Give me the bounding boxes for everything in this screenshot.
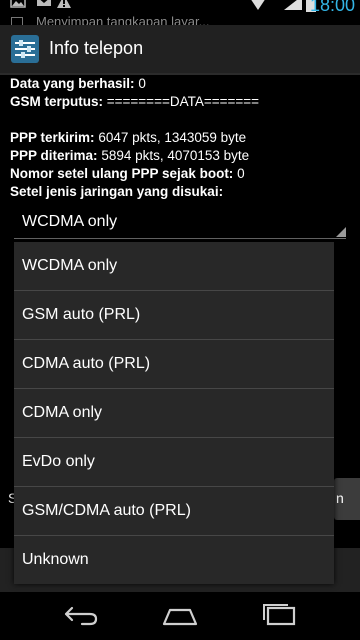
action-bar: Info telepon	[0, 25, 360, 75]
ppp-received-value: 5894 pkts, 4070153 byte	[101, 148, 250, 163]
wifi-icon	[251, 0, 265, 10]
dropdown-option[interactable]: CDMA auto (PRL)	[14, 340, 334, 389]
network-type-label: Setel jenis jaringan yang disukai:	[10, 184, 224, 199]
ppp-reset-value: 0	[237, 166, 245, 181]
option-label: GSM/CDMA auto (PRL)	[22, 502, 191, 519]
ppp-sent-value: 6047 pkts, 1343059 byte	[98, 130, 247, 145]
settings-sliders-icon[interactable]	[10, 34, 40, 64]
option-label: GSM auto (PRL)	[22, 306, 141, 323]
option-label: Unknown	[22, 551, 89, 568]
network-type-spinner[interactable]: WCDMA only	[14, 208, 346, 239]
navigation-bar	[0, 592, 360, 640]
option-label: EvDo only	[22, 453, 95, 470]
signal-icon	[284, 0, 302, 10]
dropdown-option[interactable]: GSM/CDMA auto (PRL)	[14, 487, 334, 536]
option-label: CDMA only	[22, 404, 103, 421]
recents-icon[interactable]	[260, 602, 300, 630]
ppp-reset-label: Nomor setel ulang PPP sejak boot:	[10, 166, 234, 181]
data-success-value: 0	[138, 76, 146, 91]
gsm-disconnect-label: GSM terputus:	[10, 94, 103, 109]
warning-icon	[57, 0, 71, 8]
page-title: Info telepon	[49, 38, 144, 58]
data-success-label: Data yang berhasil:	[10, 76, 135, 91]
spinner-selected-value: WCDMA only	[22, 213, 118, 230]
data-success-row: Data yang berhasil: 0	[10, 75, 355, 93]
option-label: WCDMA only	[22, 257, 118, 274]
dropdown-option[interactable]: EvDo only	[14, 438, 334, 487]
status-bar: Menyimpan tangkapan layar... 18:00	[0, 0, 360, 25]
ppp-sent-label: PPP terkirim:	[10, 130, 95, 145]
background-button-label: n	[336, 490, 344, 506]
background-button: n	[334, 478, 360, 520]
gsm-disconnect-value: ========DATA=======	[106, 94, 260, 109]
dropdown-option[interactable]: GSM auto (PRL)	[14, 291, 334, 340]
ppp-received-row: PPP diterima: 5894 pkts, 4070153 byte	[10, 147, 355, 165]
ppp-received-label: PPP diterima:	[10, 148, 98, 163]
dropdown-option[interactable]: WCDMA only	[14, 242, 334, 291]
network-type-row: Setel jenis jaringan yang disukai:	[10, 183, 355, 201]
dropdown-option[interactable]: Unknown	[14, 536, 334, 584]
mail-icon	[37, 0, 51, 6]
option-label: CDMA auto (PRL)	[22, 355, 151, 372]
notification-checkbox	[11, 17, 23, 25]
home-icon[interactable]	[160, 602, 200, 630]
phone-info-content: Data yang berhasil: 0 GSM terputus: ====…	[10, 75, 355, 201]
gsm-disconnect-row: GSM terputus: ========DATA=======	[10, 93, 355, 111]
clock: 18:00	[309, 0, 355, 15]
dropdown-option[interactable]: CDMA only	[14, 389, 334, 438]
notification-text: Menyimpan tangkapan layar...	[36, 14, 210, 25]
back-icon[interactable]	[60, 602, 100, 630]
ppp-reset-row: Nomor setel ulang PPP sejak boot: 0	[10, 165, 355, 183]
spinner-arrow-icon	[336, 227, 346, 237]
ppp-sent-row: PPP terkirim: 6047 pkts, 1343059 byte	[10, 129, 355, 147]
image-icon	[10, 0, 26, 8]
network-type-dropdown: WCDMA only GSM auto (PRL) CDMA auto (PRL…	[14, 242, 334, 584]
